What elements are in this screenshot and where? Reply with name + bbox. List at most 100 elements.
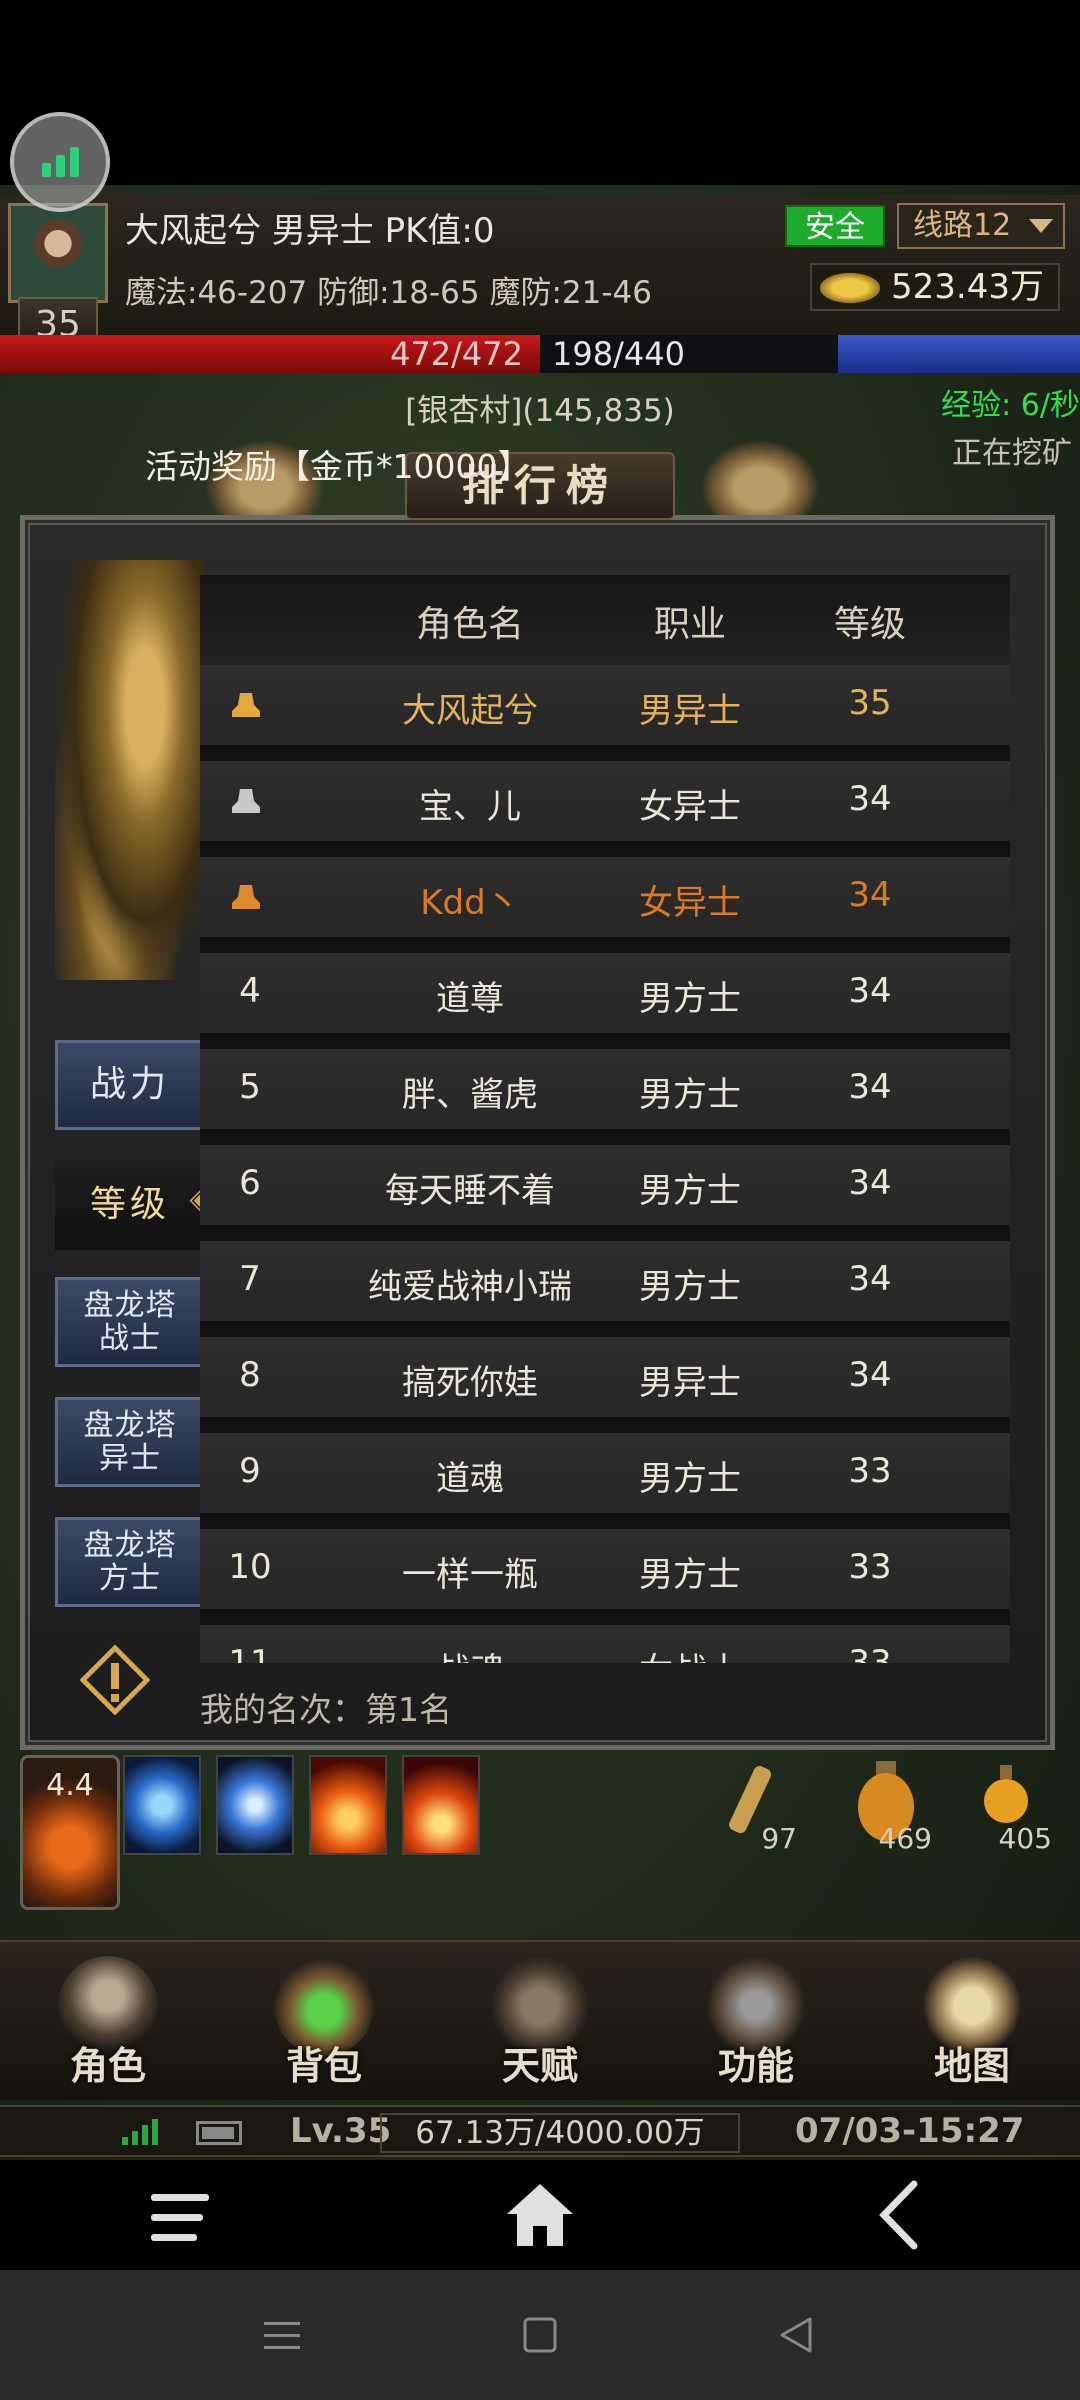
character-name: 道魂 bbox=[436, 1459, 504, 1499]
flame-skill-icon[interactable] bbox=[402, 1755, 480, 1855]
home-icon[interactable] bbox=[505, 2182, 575, 2248]
skill-cooldown: 4.4 bbox=[46, 1768, 94, 1803]
tab-tower-warrior[interactable]: 盘龙塔 战士 bbox=[55, 1277, 205, 1367]
character-level: 34 bbox=[848, 1355, 892, 1395]
activity-reward-notice: 活动奖励【金币*10000】 bbox=[145, 447, 531, 486]
lightning-skill-icon[interactable] bbox=[216, 1755, 294, 1855]
character-level: 34 bbox=[848, 1067, 892, 1107]
character-job: 女异士 bbox=[639, 883, 741, 923]
triangle-back-icon[interactable] bbox=[778, 2316, 814, 2354]
character-job: 男方士 bbox=[639, 1459, 741, 1499]
table-row[interactable]: 7 纯爱战神小瑞 男方士 34 bbox=[200, 1241, 1010, 1324]
dragon-ornament bbox=[55, 560, 205, 980]
back-icon[interactable] bbox=[876, 2180, 920, 2250]
table-row[interactable]: 8 搞死你娃 男异士 34 bbox=[200, 1337, 1010, 1420]
character-level: 34 bbox=[848, 971, 892, 1011]
character-job: 女异士 bbox=[639, 787, 741, 827]
status-time: 07/03-15:27 bbox=[795, 2111, 1025, 2151]
rank-number: 5 bbox=[239, 1067, 261, 1107]
character-level: 34 bbox=[848, 779, 892, 819]
battery-icon bbox=[196, 2121, 242, 2145]
digging-status: 正在挖矿 bbox=[952, 436, 1072, 471]
menu-character-label: 角色 bbox=[69, 2044, 146, 2088]
potion-item[interactable]: 469 bbox=[840, 1755, 932, 1855]
menu-map-label: 地图 bbox=[933, 2044, 1010, 2088]
menu-talent[interactable]: 天赋 bbox=[432, 1942, 648, 2102]
system-nav-bar bbox=[0, 2270, 1080, 2400]
rank-number: 11 bbox=[228, 1643, 272, 1663]
character-job: 女战士 bbox=[600, 1643, 780, 1663]
ice-skill-icon[interactable] bbox=[123, 1755, 201, 1855]
skill-fire-slot[interactable]: 4.4 bbox=[20, 1755, 120, 1910]
column-header-level: 等级 bbox=[833, 604, 906, 645]
silver-trophy-icon bbox=[232, 789, 260, 813]
gold-display: 523.43万 bbox=[810, 263, 1060, 311]
character-name: 每天睡不着 bbox=[385, 1171, 555, 1211]
floating-signal-button[interactable] bbox=[10, 112, 110, 212]
character-job: 男方士 bbox=[639, 1171, 741, 1211]
gold-amount: 523.43万 bbox=[891, 267, 1044, 307]
character-job: 男异士 bbox=[639, 691, 741, 731]
status-level: Lv.35 bbox=[290, 2111, 392, 2151]
rank-number: 10 bbox=[228, 1547, 272, 1587]
character-level: 33 bbox=[848, 1547, 892, 1587]
hp-mp-bars: 472/472 198/440 bbox=[0, 335, 1080, 373]
tab-level[interactable]: 等级 bbox=[55, 1160, 215, 1250]
rank-number: 4 bbox=[239, 971, 261, 1011]
my-rank: 我的名次：第1名 bbox=[200, 1690, 452, 1729]
rank-number: 7 bbox=[239, 1259, 261, 1299]
column-header-name: 角色名 bbox=[415, 604, 524, 645]
table-row[interactable]: 10 一样一瓶 男方士 33 bbox=[200, 1529, 1010, 1612]
character-level: 35 bbox=[848, 683, 892, 723]
column-header-job: 职业 bbox=[653, 604, 726, 645]
tab-tower-mystic[interactable]: 盘龙塔 异士 bbox=[55, 1397, 205, 1487]
location-coordinates: [银杏村](145,835) bbox=[405, 393, 675, 429]
character-job: 男方士 bbox=[639, 979, 741, 1019]
character-level: 34 bbox=[848, 1259, 892, 1299]
character-name: 一样一瓶 bbox=[402, 1555, 538, 1595]
tab-power[interactable]: 战力 bbox=[55, 1040, 205, 1130]
table-row[interactable]: 6 每天睡不着 男方士 34 bbox=[200, 1145, 1010, 1228]
table-row[interactable]: 4 道尊 男方士 34 bbox=[200, 953, 1010, 1036]
rank-number: 6 bbox=[239, 1163, 261, 1203]
menu-character[interactable]: 角色 bbox=[0, 1942, 216, 2102]
menu-map[interactable]: 地图 bbox=[864, 1942, 1080, 2102]
character-job: 男方士 bbox=[639, 1267, 741, 1307]
safe-zone-badge: 安全 bbox=[785, 205, 885, 247]
elixir-item[interactable]: 405 bbox=[960, 1755, 1052, 1855]
character-name: 胖、酱虎 bbox=[402, 1075, 538, 1115]
avatar[interactable] bbox=[8, 203, 108, 303]
recent-apps-icon[interactable] bbox=[262, 2318, 302, 2354]
tab-tower-taoist[interactable]: 盘龙塔 方士 bbox=[55, 1517, 205, 1607]
character-job: 男方士 bbox=[639, 1555, 741, 1595]
warning-icon[interactable] bbox=[80, 1645, 150, 1715]
status-exp: 67.13万/4000.00万 bbox=[380, 2113, 740, 2153]
player-name-line: 大风起兮 男异士 PK值:0 bbox=[125, 211, 495, 251]
menu-bag[interactable]: 背包 bbox=[216, 1942, 432, 2102]
character-name: 纯爱战神小瑞 bbox=[368, 1267, 572, 1307]
menu-function[interactable]: 功能 bbox=[648, 1942, 864, 2102]
square-home-icon[interactable] bbox=[522, 2316, 558, 2354]
menu-bag-label: 背包 bbox=[285, 2044, 362, 2088]
scroll-item[interactable]: 97 bbox=[705, 1755, 797, 1855]
gold-trophy-icon bbox=[232, 693, 260, 717]
character-level: 34 bbox=[848, 875, 892, 915]
character-name: Kdd丶 bbox=[420, 883, 520, 923]
character-job: 男方士 bbox=[639, 1075, 741, 1115]
character-job: 男异士 bbox=[639, 1363, 741, 1403]
fire-skill-icon[interactable] bbox=[309, 1755, 387, 1855]
menu-icon[interactable] bbox=[145, 2190, 211, 2246]
bronze-trophy-icon bbox=[232, 885, 260, 909]
character-level: 33 bbox=[848, 1451, 892, 1491]
menu-talent-label: 天赋 bbox=[501, 2044, 578, 2088]
mp-text: 198/440 bbox=[552, 335, 685, 373]
player-stats-line: 魔法:46-207 防御:18-65 魔防:21-46 bbox=[125, 275, 652, 311]
line-selector[interactable]: 线路12 bbox=[897, 203, 1065, 249]
table-row[interactable]: 9 道魂 男方士 33 bbox=[200, 1433, 1010, 1516]
table-row[interactable]: Kdd丶 女异士 34 bbox=[200, 857, 1010, 940]
chevron-down-icon bbox=[1029, 219, 1053, 233]
table-row[interactable]: 11 战魂女战士 33 bbox=[200, 1625, 1010, 1663]
table-row[interactable]: 5 胖、酱虎 男方士 34 bbox=[200, 1049, 1010, 1132]
table-row[interactable]: 大风起兮 男异士 35 bbox=[200, 665, 1010, 748]
table-row[interactable]: 宝、儿 女异士 34 bbox=[200, 761, 1010, 844]
